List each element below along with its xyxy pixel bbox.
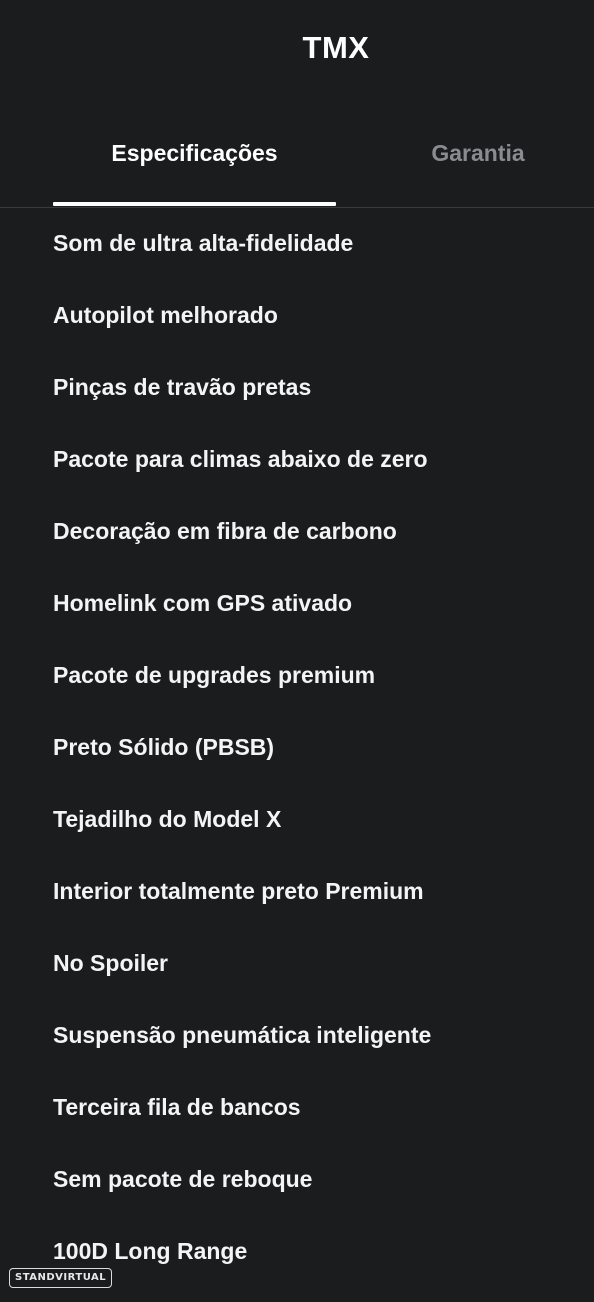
spec-item: Suspensão pneumática inteligente [53, 1022, 432, 1048]
spec-item: Homelink com GPS ativado [53, 590, 353, 616]
spec-item: Terceira fila de bancos [53, 1094, 301, 1120]
spec-list: Som de ultra alta-fidelidade Autopilot m… [53, 222, 573, 1302]
spec-item: Pinças de travão pretas [53, 374, 312, 400]
spec-item: Tejadilho do Model X [53, 806, 282, 832]
spec-item: Pacote para climas abaixo de zero [53, 446, 428, 472]
spec-item: 100D Long Range [53, 1238, 248, 1264]
spec-item: Sem pacote de reboque [53, 1166, 313, 1192]
tab-bar: Especificações Garantia [0, 120, 594, 208]
standvirtual-watermark-logo: STANDVIRTUAL [9, 1268, 113, 1288]
active-tab-indicator [53, 202, 336, 206]
tab-especificacoes[interactable]: Especificações [53, 140, 336, 167]
tab-garantia[interactable]: Garantia [336, 140, 594, 167]
spec-item: Pacote de upgrades premium [53, 662, 376, 688]
spec-item: No Spoiler [53, 950, 169, 976]
spec-item: Som de ultra alta-fidelidade [53, 230, 354, 256]
spec-item: Preto Sólido (PBSB) [53, 734, 275, 760]
spec-item: Decoração em fibra de carbono [53, 518, 397, 544]
spec-item: Autopilot melhorado [53, 302, 278, 328]
page-title: TMX [302, 30, 370, 65]
header: TMX [0, 0, 594, 100]
spec-item: Interior totalmente preto Premium [53, 878, 424, 904]
